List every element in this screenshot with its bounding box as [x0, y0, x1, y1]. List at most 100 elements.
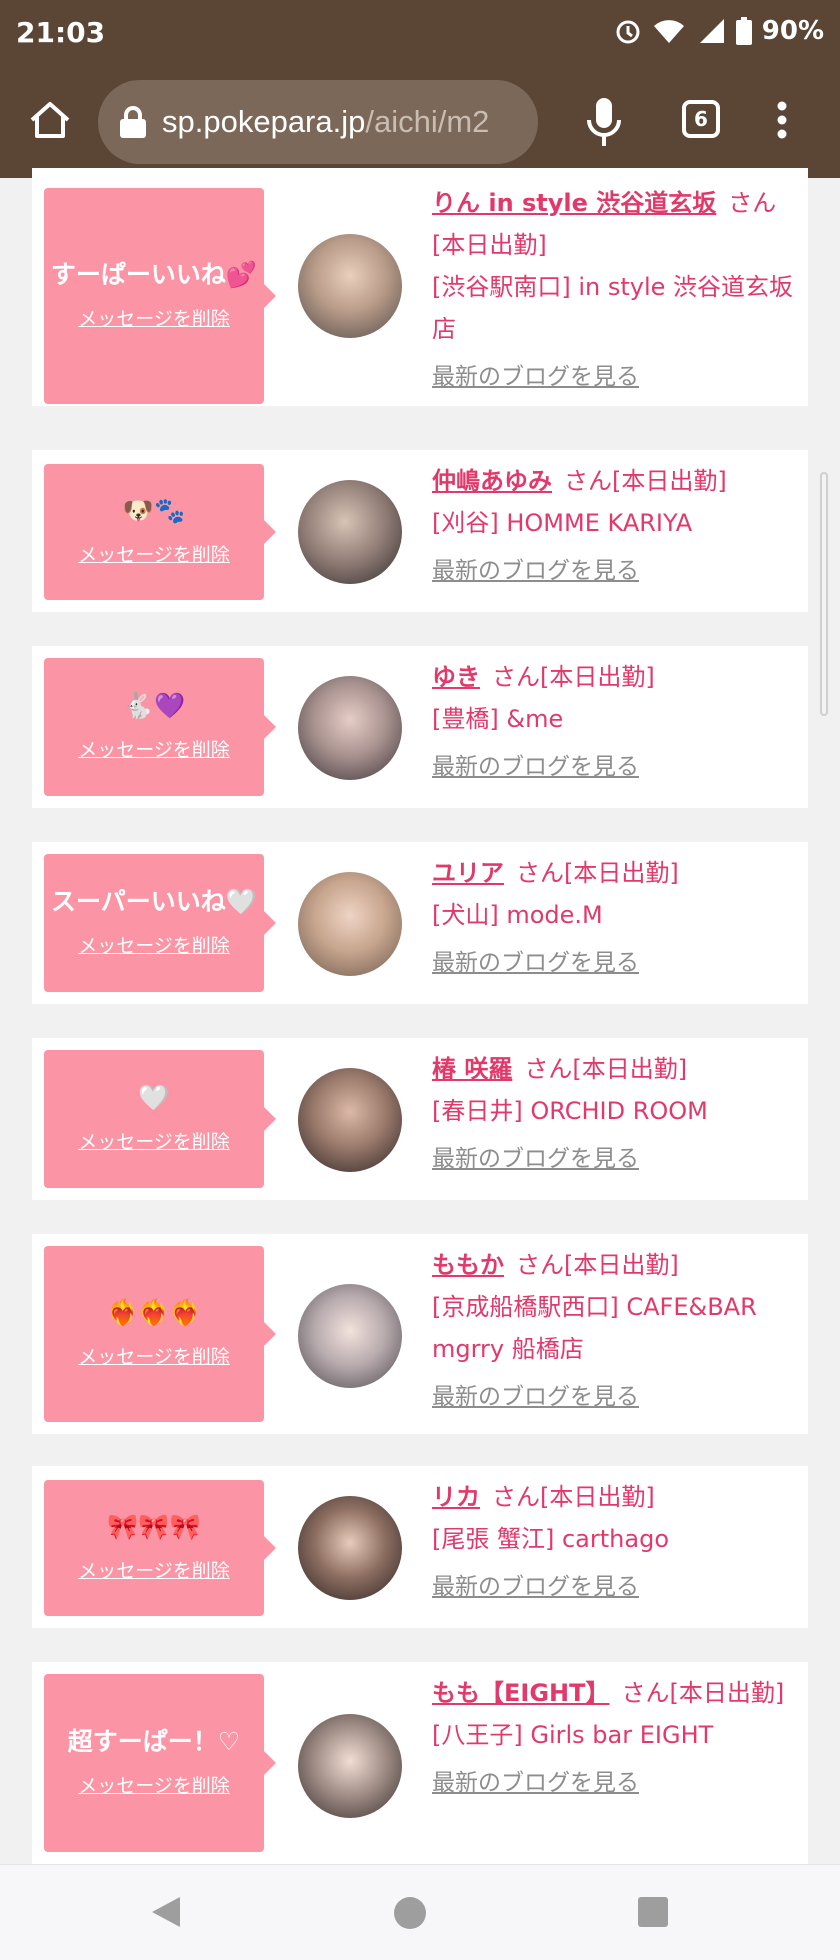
cast-name-link[interactable]: 椿 咲羅 [432, 1055, 512, 1083]
message-bubble: ❤️‍🔥❤️‍🔥❤️‍🔥 メッセージを削除 [44, 1246, 276, 1422]
avatar[interactable] [298, 1068, 402, 1172]
message-text: すーぱーいいね💕 [50, 259, 258, 289]
home-circle-button[interactable] [394, 1897, 426, 1929]
avatar[interactable] [298, 872, 402, 976]
latest-blog-link[interactable]: 最新のブログを見る [432, 1762, 802, 1804]
shop-name: [渋谷駅南口] in style 渋谷道玄坂店 [432, 273, 794, 343]
message-card: 🐇💜 メッセージを削除 ゆき さん[本日出勤] [豊橋] &me 最新のブログを見… [32, 646, 808, 808]
shop-name: [春日井] ORCHID ROOM [432, 1097, 708, 1125]
recents-button[interactable] [638, 1897, 668, 1927]
message-text: 🐇💜 [122, 690, 186, 720]
message-bubble: すーぱーいいね💕 メッセージを削除 [44, 188, 276, 404]
lock-icon [120, 106, 146, 138]
delete-message-link[interactable]: メッセージを削除 [78, 1771, 230, 1798]
attendance-status: [本日出勤] [564, 859, 679, 887]
delete-message-link[interactable]: メッセージを削除 [78, 1342, 230, 1369]
more-vert-icon [777, 101, 787, 139]
latest-blog-link[interactable]: 最新のブログを見る [432, 746, 802, 788]
cast-name-link[interactable]: ユリア [432, 859, 504, 887]
attendance-status: [本日出勤] [564, 1251, 679, 1279]
latest-blog-link[interactable]: 最新のブログを見る [432, 942, 802, 984]
cast-info: りん in style 渋谷道玄坂 さん [本日出勤] [渋谷駅南口] in st… [432, 182, 802, 398]
signal-icon [696, 17, 726, 45]
cast-name-link[interactable]: リカ [432, 1483, 480, 1511]
attendance-status: [本日出勤] [432, 231, 547, 259]
cast-name-link[interactable]: ももか [432, 1251, 504, 1279]
cast-info: 椿 咲羅 さん[本日出勤] [春日井] ORCHID ROOM 最新のブログを見る [432, 1048, 802, 1180]
latest-blog-link[interactable]: 最新のブログを見る [432, 1138, 802, 1180]
honorific: さん [524, 1055, 573, 1083]
delete-message-link[interactable]: メッセージを削除 [78, 735, 230, 762]
avatar[interactable] [298, 480, 402, 584]
delete-message-link[interactable]: メッセージを削除 [78, 1556, 230, 1583]
cast-info: もも【EIGHT】 さん[本日出勤] [八王子] Girls bar EIGHT … [432, 1672, 802, 1804]
status-bar: 21:03 90% [0, 0, 840, 66]
avatar[interactable] [298, 676, 402, 780]
attendance-status: [本日出勤] [612, 467, 727, 495]
cast-name-link[interactable]: ゆき [432, 663, 480, 691]
voice-search-button[interactable] [584, 96, 624, 148]
attendance-status: [本日出勤] [540, 1483, 655, 1511]
message-card: 🐶🐾 メッセージを削除 仲嶋あゆみ さん[本日出勤] [刈谷] HOMME KAR… [32, 450, 808, 612]
home-button[interactable] [26, 96, 74, 144]
tab-switcher-button[interactable]: 6 [682, 100, 720, 138]
cast-name-link[interactable]: りん in style 渋谷道玄坂 [432, 189, 716, 217]
cast-info: ゆき さん[本日出勤] [豊橋] &me 最新のブログを見る [432, 656, 802, 788]
cast-name-link[interactable]: もも【EIGHT】 [432, 1679, 609, 1707]
shop-name: [八王子] Girls bar EIGHT [432, 1721, 714, 1749]
url-text: sp.pokepara.jp/aichi/m2 [162, 104, 489, 140]
delete-message-link[interactable]: メッセージを削除 [78, 304, 230, 331]
browser-toolbar: sp.pokepara.jp/aichi/m2 6 [0, 66, 840, 178]
latest-blog-link[interactable]: 最新のブログを見る [432, 1376, 802, 1418]
cast-info: ユリア さん[本日出勤] [犬山] mode.M 最新のブログを見る [432, 852, 802, 984]
delete-message-link[interactable]: メッセージを削除 [78, 540, 230, 567]
delete-message-link[interactable]: メッセージを削除 [78, 931, 230, 958]
latest-blog-link[interactable]: 最新のブログを見る [432, 1566, 802, 1608]
home-icon [30, 102, 70, 138]
back-triangle-icon [152, 1897, 180, 1927]
message-card: 超すーぱー！♡ メッセージを削除 もも【EIGHT】 さん[本日出勤] [八王子]… [32, 1662, 808, 1864]
back-button[interactable] [150, 1895, 182, 1933]
attendance-status: [本日出勤] [540, 663, 655, 691]
message-bubble: 超すーぱー！♡ メッセージを削除 [44, 1674, 276, 1852]
message-bubble: 🐶🐾 メッセージを削除 [44, 464, 276, 600]
url-host: sp.pokepara.jp [162, 104, 366, 139]
avatar[interactable] [298, 1284, 402, 1388]
cast-name-link[interactable]: 仲嶋あゆみ [432, 467, 552, 495]
shop-name: [京成船橋駅西口] CAFE&BAR mgrry 船橋店 [432, 1293, 757, 1363]
page-scrollbar[interactable] [820, 472, 828, 716]
shop-name: [刈谷] HOMME KARIYA [432, 509, 693, 537]
alarm-icon [614, 17, 642, 45]
system-nav-bar [0, 1864, 840, 1960]
message-card: 🤍 メッセージを削除 椿 咲羅 さん[本日出勤] [春日井] ORCHID ROO… [32, 1038, 808, 1200]
message-bubble: スーパーいいね🤍 メッセージを削除 [44, 854, 276, 992]
status-time: 21:03 [16, 16, 106, 49]
url-path: /aichi/m2 [365, 104, 490, 139]
message-text: 🎀🎀🎀 [107, 1511, 201, 1541]
address-bar[interactable]: sp.pokepara.jp/aichi/m2 [98, 80, 538, 164]
latest-blog-link[interactable]: 最新のブログを見る [432, 356, 802, 398]
message-text: 🤍 [138, 1082, 170, 1112]
honorific: さん [516, 859, 564, 887]
avatar[interactable] [298, 234, 402, 338]
delete-message-link[interactable]: メッセージを削除 [78, 1127, 230, 1154]
latest-blog-link[interactable]: 最新のブログを見る [432, 550, 802, 592]
battery-percent: 90% [761, 16, 824, 46]
avatar[interactable] [298, 1496, 402, 1600]
microphone-icon [587, 98, 621, 146]
message-text: 超すーぱー！♡ [67, 1726, 241, 1756]
shop-name: [豊橋] &me [432, 705, 564, 733]
message-card: スーパーいいね🤍 メッセージを削除 ユリア さん[本日出勤] [犬山] mode.… [32, 842, 808, 1004]
honorific: さん [492, 663, 540, 691]
cast-info: 仲嶋あゆみ さん[本日出勤] [刈谷] HOMME KARIYA 最新のブログを見… [432, 460, 802, 592]
browser-menu-button[interactable] [774, 100, 790, 140]
shop-name: [尾張 蟹江] carthago [432, 1525, 669, 1553]
honorific: さん [728, 189, 777, 217]
message-card: 🎀🎀🎀 メッセージを削除 リカ さん[本日出勤] [尾張 蟹江] carthago… [32, 1466, 808, 1628]
message-bubble: 🤍 メッセージを削除 [44, 1050, 276, 1188]
message-text: スーパーいいね🤍 [51, 886, 257, 916]
avatar[interactable] [298, 1714, 402, 1818]
message-card: ❤️‍🔥❤️‍🔥❤️‍🔥 メッセージを削除 ももか さん[本日出勤] [京成船橋駅… [32, 1234, 808, 1434]
cast-info: ももか さん[本日出勤] [京成船橋駅西口] CAFE&BAR mgrry 船橋店… [432, 1244, 802, 1418]
message-text: ❤️‍🔥❤️‍🔥❤️‍🔥 [107, 1297, 201, 1327]
